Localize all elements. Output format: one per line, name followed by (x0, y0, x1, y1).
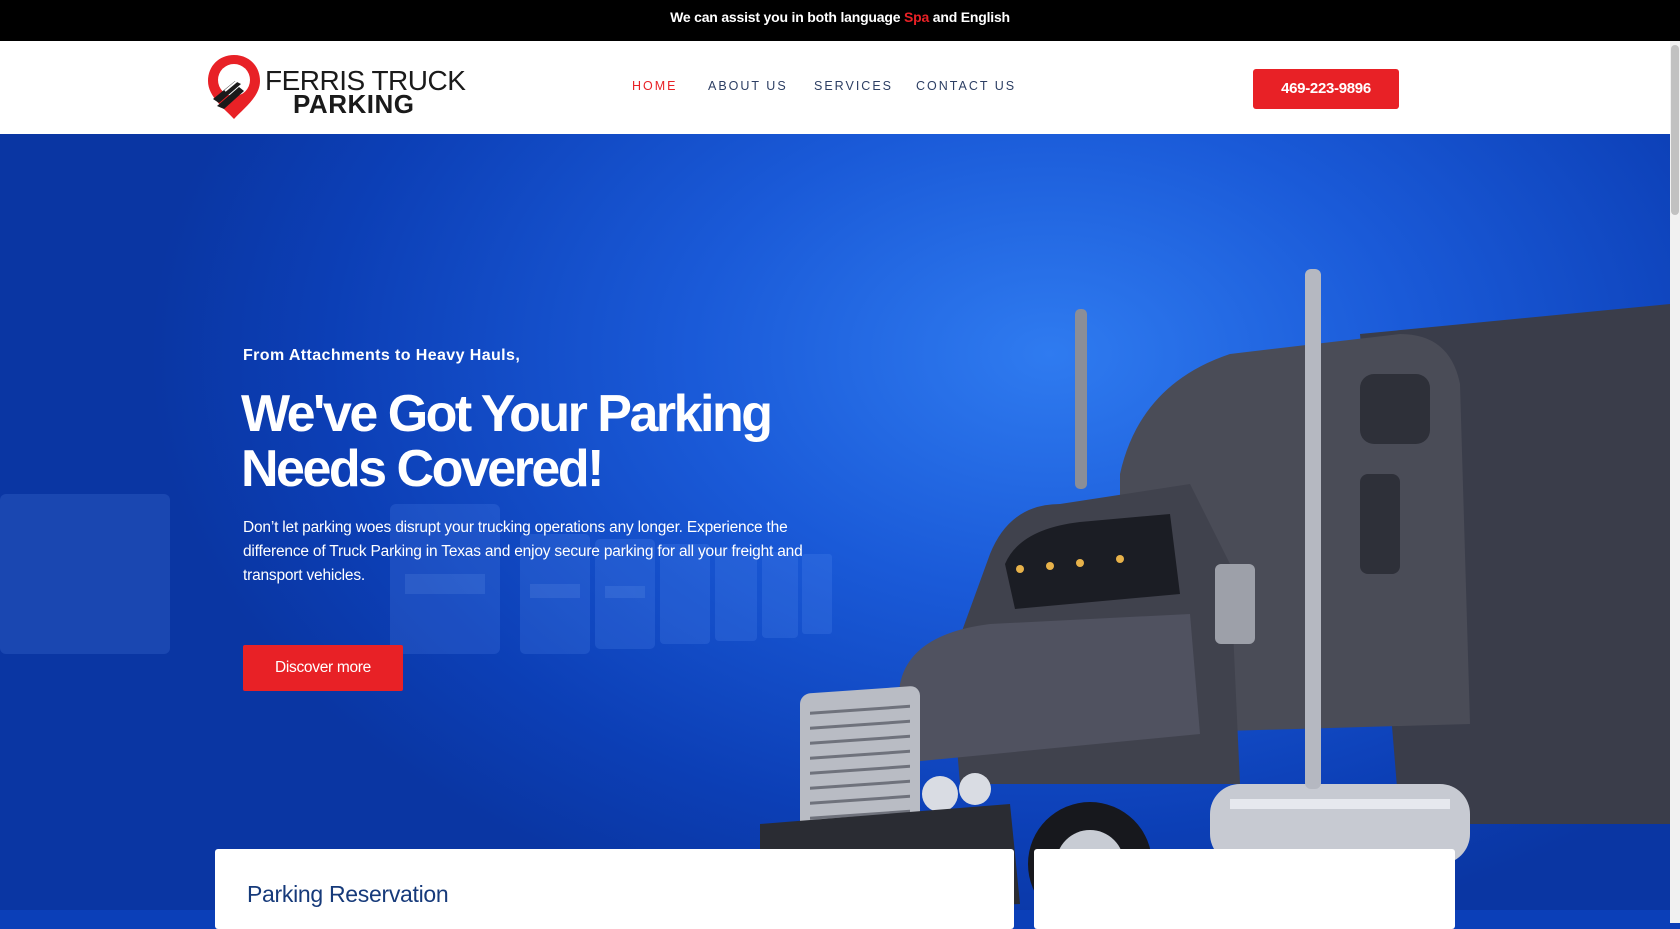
hero-subtitle: From Attachments to Heavy Hauls, (243, 347, 521, 364)
side-card (1034, 849, 1455, 929)
site-logo[interactable]: FERRIS TRUCK PARKING (205, 51, 466, 123)
banner-text-before: We can assist you in both language (670, 9, 904, 25)
hero-title-line1: We've Got Your Parking (241, 385, 773, 443)
nav-contact-us[interactable]: CONTACT US (916, 79, 1016, 93)
page-scrollbar[interactable] (1670, 41, 1680, 923)
hero-title-line2: Needs Covered! (241, 440, 604, 498)
nav-home[interactable]: HOME (632, 79, 678, 93)
parking-reservation-card: Parking Reservation (215, 849, 1014, 929)
banner-text-after: and English (929, 9, 1010, 25)
phone-button[interactable]: 469-223-9896 (1253, 69, 1399, 109)
truck-illustration (760, 269, 1670, 910)
hero-section: From Attachments to Heavy Hauls, We've G… (0, 134, 1670, 910)
language-banner: We can assist you in both language Spa a… (0, 0, 1680, 41)
site-header: FERRIS TRUCK PARKING HOME ABOUT US SERVI… (0, 41, 1670, 134)
nav-services[interactable]: SERVICES (814, 79, 893, 93)
map-pin-road-icon (208, 55, 260, 119)
nav-about-us[interactable]: ABOUT US (708, 79, 788, 93)
discover-more-button[interactable]: Discover more (243, 645, 403, 691)
scrollbar-thumb[interactable] (1671, 45, 1679, 215)
banner-accent-word[interactable]: Spa (904, 9, 929, 25)
parking-reservation-title: Parking Reservation (247, 881, 449, 907)
logo-text-parking: PARKING (293, 89, 415, 119)
hero-description: Don’t let parking woes disrupt your truc… (243, 519, 803, 584)
